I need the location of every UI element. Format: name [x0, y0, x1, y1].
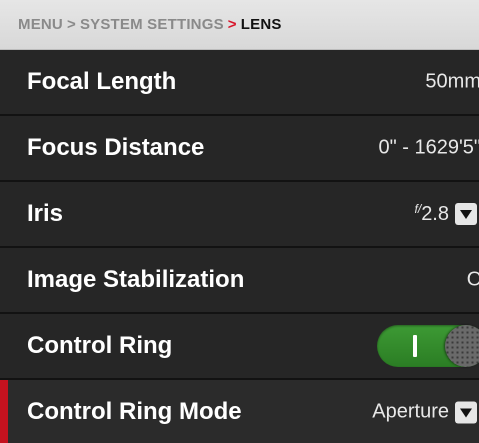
breadcrumb-menu[interactable]: MENU — [18, 16, 63, 33]
focal-length-value: 50mm — [425, 71, 479, 94]
breadcrumb-lens: LENS — [240, 16, 282, 33]
breadcrumb-separator-active: > — [227, 16, 237, 33]
control-ring-mode-value[interactable]: Aperture — [372, 401, 477, 424]
lens-settings-screen: MENU > SYSTEM SETTINGS > LENS Focal Leng… — [0, 0, 479, 443]
iris-text: 2.8 — [421, 203, 449, 225]
chevron-down-icon[interactable] — [455, 401, 477, 423]
setting-row-control-ring[interactable]: Control Ring — [0, 314, 479, 380]
setting-row-focus-distance[interactable]: Focus Distance 0" - 1629'5" — [0, 116, 479, 182]
setting-label: Focus Distance — [27, 134, 205, 161]
settings-list: Focal Length 50mm Focus Distance 0" - 16… — [0, 50, 479, 443]
setting-label: Image Stabilization — [27, 266, 245, 293]
setting-row-iris[interactable]: Iris f/2.8 — [0, 182, 479, 248]
setting-label: Control Ring — [27, 332, 173, 359]
image-stabilization-value: Off — [467, 269, 479, 292]
setting-label: Iris — [27, 200, 64, 227]
setting-row-focal-length[interactable]: Focal Length 50mm — [0, 50, 479, 116]
setting-row-control-ring-mode[interactable]: Control Ring Mode Aperture — [0, 380, 479, 443]
setting-row-image-stabilization[interactable]: Image Stabilization Off — [0, 248, 479, 314]
focus-distance-text: 0" - 1629'5" — [378, 136, 479, 159]
breadcrumb-system-settings[interactable]: SYSTEM SETTINGS — [80, 16, 224, 33]
focus-distance-value: 0" - 1629'5" — [378, 137, 479, 160]
breadcrumb: MENU > SYSTEM SETTINGS > LENS — [0, 0, 479, 50]
toggle-on-indicator-icon — [413, 335, 417, 357]
breadcrumb-separator: > — [66, 16, 76, 33]
focal-length-text: 50mm — [425, 70, 479, 93]
iris-value[interactable]: f/2.8 — [415, 202, 477, 226]
control-ring-mode-text: Aperture — [372, 400, 449, 423]
setting-label: Control Ring Mode — [27, 398, 242, 425]
setting-label: Focal Length — [27, 68, 177, 95]
fstop-symbol: f/ — [414, 202, 422, 216]
iris-fstop: f/2.8 — [415, 202, 449, 226]
toggle-knob[interactable] — [445, 325, 479, 367]
image-stabilization-text: Off — [466, 268, 479, 291]
selection-indicator — [0, 380, 8, 443]
chevron-down-icon[interactable] — [455, 203, 477, 225]
control-ring-toggle[interactable] — [377, 325, 479, 367]
